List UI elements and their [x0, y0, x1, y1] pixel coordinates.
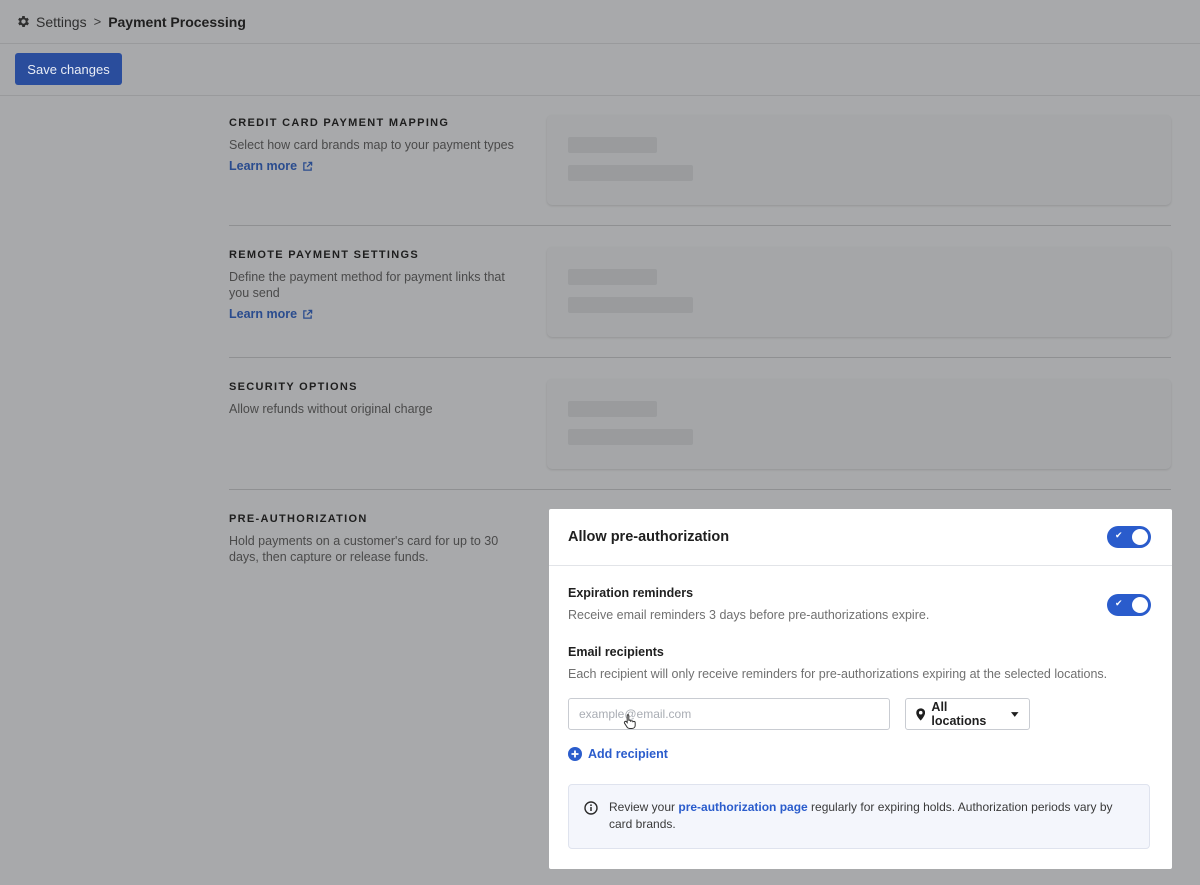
skeleton-line [568, 165, 693, 181]
check-icon: ✔ [1115, 598, 1123, 608]
page-title: Payment Processing [108, 13, 246, 30]
section-description: Define the payment method for payment li… [229, 270, 505, 300]
pre-authorization-page-link[interactable]: pre-authorization page [678, 800, 807, 814]
action-bar: Save changes [0, 44, 1200, 96]
learn-more-link[interactable]: Learn more [229, 159, 313, 173]
toggle-knob [1132, 529, 1148, 545]
expiration-reminders-toggle[interactable]: ✔ [1107, 594, 1151, 616]
breadcrumb-settings[interactable]: Settings [36, 14, 87, 30]
skeleton-line [568, 401, 657, 417]
gear-icon[interactable] [16, 14, 31, 29]
expiration-reminders-title: Expiration reminders [568, 586, 694, 600]
email-recipients-title: Email recipients [568, 645, 664, 659]
top-bar: Settings > Payment Processing [0, 0, 1200, 44]
info-icon [584, 801, 598, 815]
section-description: Hold payments on a customer's card for u… [229, 534, 499, 564]
remote-payment-settings-placeholder [547, 247, 1171, 337]
learn-more-link[interactable]: Learn more [229, 307, 313, 321]
learn-more-label: Learn more [229, 159, 298, 173]
external-link-icon [303, 161, 313, 171]
learn-more-label: Learn more [229, 307, 298, 321]
email-input[interactable] [568, 698, 890, 730]
skeleton-line [568, 269, 657, 285]
plus-circle-icon [568, 747, 582, 761]
allow-pre-authorization-toggle[interactable]: ✔ [1107, 526, 1151, 548]
allow-pre-authorization-label: Allow pre-authorization [568, 529, 730, 545]
save-button[interactable]: Save changes [15, 53, 122, 85]
map-pin-icon [916, 707, 926, 721]
check-icon: ✔ [1115, 530, 1123, 540]
hand-pointer-icon [623, 713, 637, 734]
location-select-value: All locations [931, 700, 987, 728]
add-recipient-button[interactable]: Add recipient [568, 747, 668, 761]
toggle-knob [1132, 597, 1148, 613]
breadcrumb-separator: > [93, 14, 102, 29]
section-description: Allow refunds without original charge [229, 402, 433, 416]
email-recipients-description: Each recipient will only receive reminde… [568, 667, 1108, 681]
credit-card-settings-placeholder [547, 115, 1171, 205]
caret-down-icon [1011, 711, 1019, 717]
info-banner: Review your pre-authorization page regul… [568, 784, 1150, 849]
security-settings-placeholder [547, 379, 1171, 469]
section-divider [229, 489, 1171, 490]
skeleton-line [568, 137, 657, 153]
pre-authorization-header: Allow pre-authorization ✔ [549, 509, 1172, 566]
skeleton-line [568, 429, 693, 445]
pre-authorization-card: Allow pre-authorization ✔ Expiration rem… [549, 509, 1172, 869]
location-select[interactable]: All locations [905, 698, 1030, 730]
add-recipient-label: Add recipient [588, 747, 668, 761]
section-divider [229, 357, 1171, 358]
expiration-reminders-description: Receive email reminders 3 days before pr… [568, 608, 930, 622]
skeleton-line [568, 297, 693, 313]
section-divider [229, 225, 1171, 226]
section-description: Select how card brands map to your payme… [229, 138, 514, 152]
external-link-icon [303, 309, 313, 319]
info-text-prefix: Review your [609, 800, 679, 814]
